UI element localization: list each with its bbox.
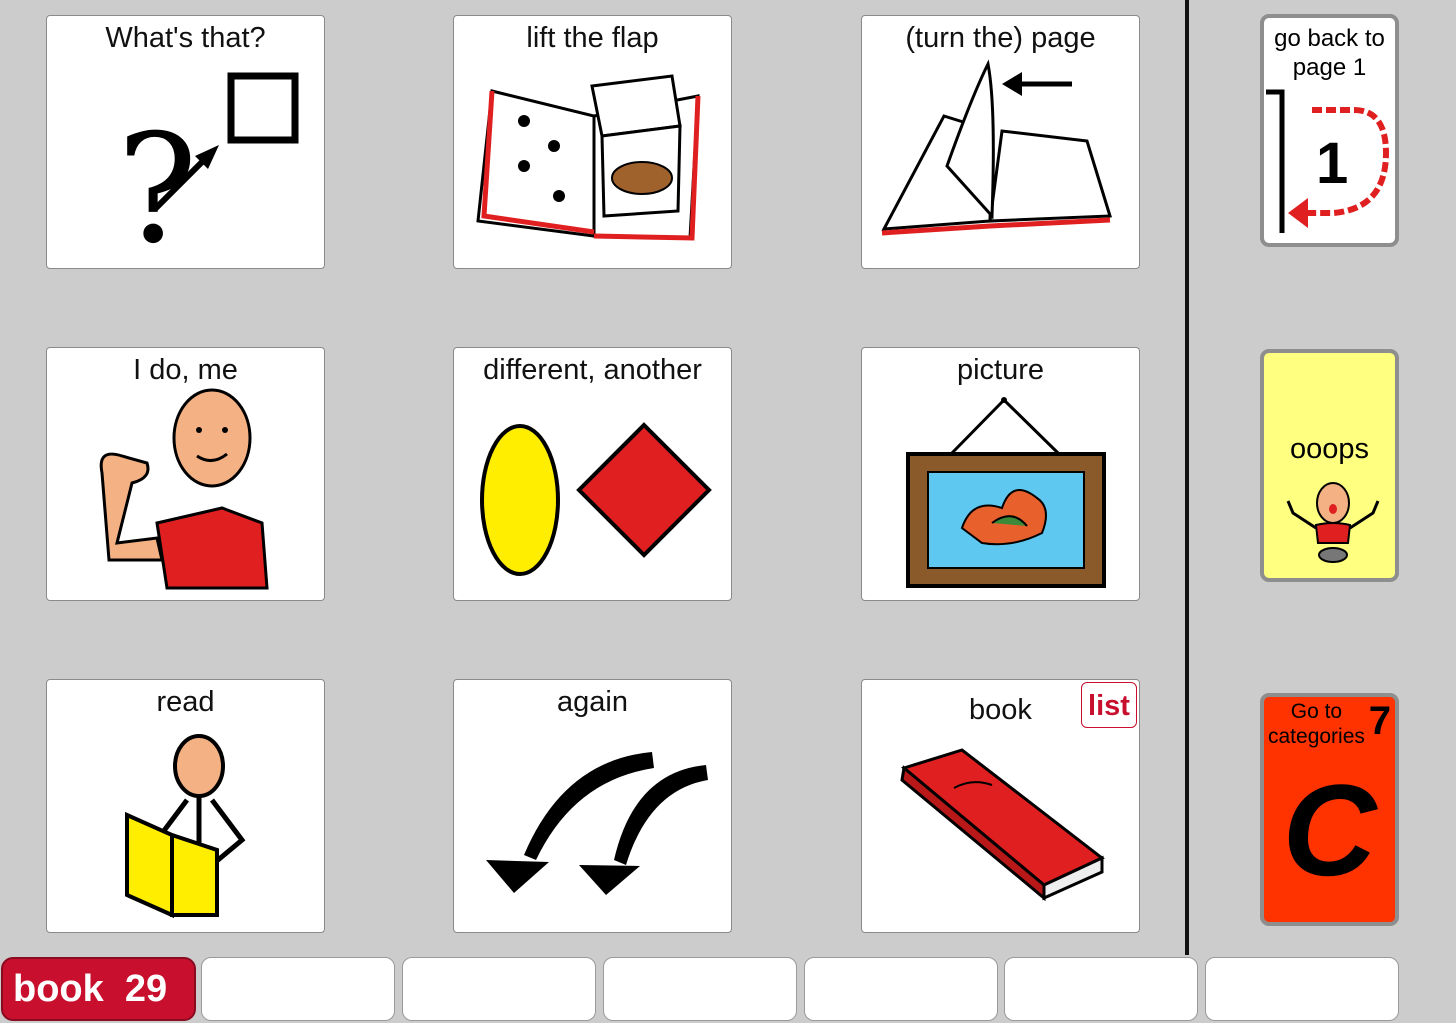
ooops-label: ooops (1289, 433, 1369, 465)
double-curved-arrow-icon (486, 752, 708, 895)
oval-diamond-icon (480, 422, 712, 576)
symbol-cell-different-another[interactable]: different, another (453, 347, 732, 601)
symbol-cell-book[interactable]: book list (861, 679, 1140, 933)
person-pointing-self-icon (99, 388, 269, 590)
categories-letter-icon: C (1282, 757, 1377, 903)
page-name-tag: book 29 (1, 957, 196, 1021)
panel-divider (1185, 0, 1189, 955)
symbol-cell-picture[interactable]: picture (861, 347, 1140, 601)
symbol-cell-read[interactable]: read (46, 679, 325, 933)
go-to-categories-button[interactable]: Go to categories 7 C (1260, 693, 1399, 926)
symbol-cell-lift-the-flap[interactable]: lift the flap (453, 15, 732, 269)
message-slot[interactable] (804, 957, 998, 1021)
go-back-to-page-1-button[interactable]: go back to page 1 1 (1260, 14, 1399, 247)
categories-label-line1: Go to (1290, 700, 1343, 723)
categories-label-line2: categories (1268, 725, 1365, 748)
message-slot[interactable] (1004, 957, 1198, 1021)
message-slot[interactable] (1205, 957, 1399, 1021)
symbol-cell-again[interactable]: again (453, 679, 732, 933)
ooops-button[interactable]: ooops (1260, 349, 1399, 582)
go-to-categories-label: Go to categories (1268, 699, 1365, 749)
person-reading-icon (125, 734, 246, 919)
oops-person-icon (1286, 482, 1380, 563)
book-flap-icon (476, 74, 701, 241)
go-back-label-line1: go back to (1274, 25, 1385, 52)
back-page-number: 1 (1316, 131, 1349, 196)
message-slot[interactable] (603, 957, 797, 1021)
framed-picture-icon (906, 397, 1106, 588)
page-number: 29 (124, 968, 168, 1010)
go-back-label: go back to page 1 (1264, 24, 1395, 82)
message-slot[interactable] (402, 957, 596, 1021)
question-arrow-icon: ? (117, 72, 299, 270)
symbol-cell-turn-the-page[interactable]: (turn the) page (861, 15, 1140, 269)
categories-number: 7 (1368, 699, 1391, 743)
page-name: book (13, 968, 104, 1010)
svg-text:?: ? (117, 103, 197, 270)
message-slot[interactable] (201, 957, 395, 1021)
symbol-cell-whats-that[interactable]: What's that? ? (46, 15, 325, 270)
red-book-icon (900, 748, 1105, 902)
turning-page-icon (881, 59, 1113, 236)
symbol-cell-i-do-me[interactable]: I do, me (46, 347, 325, 601)
